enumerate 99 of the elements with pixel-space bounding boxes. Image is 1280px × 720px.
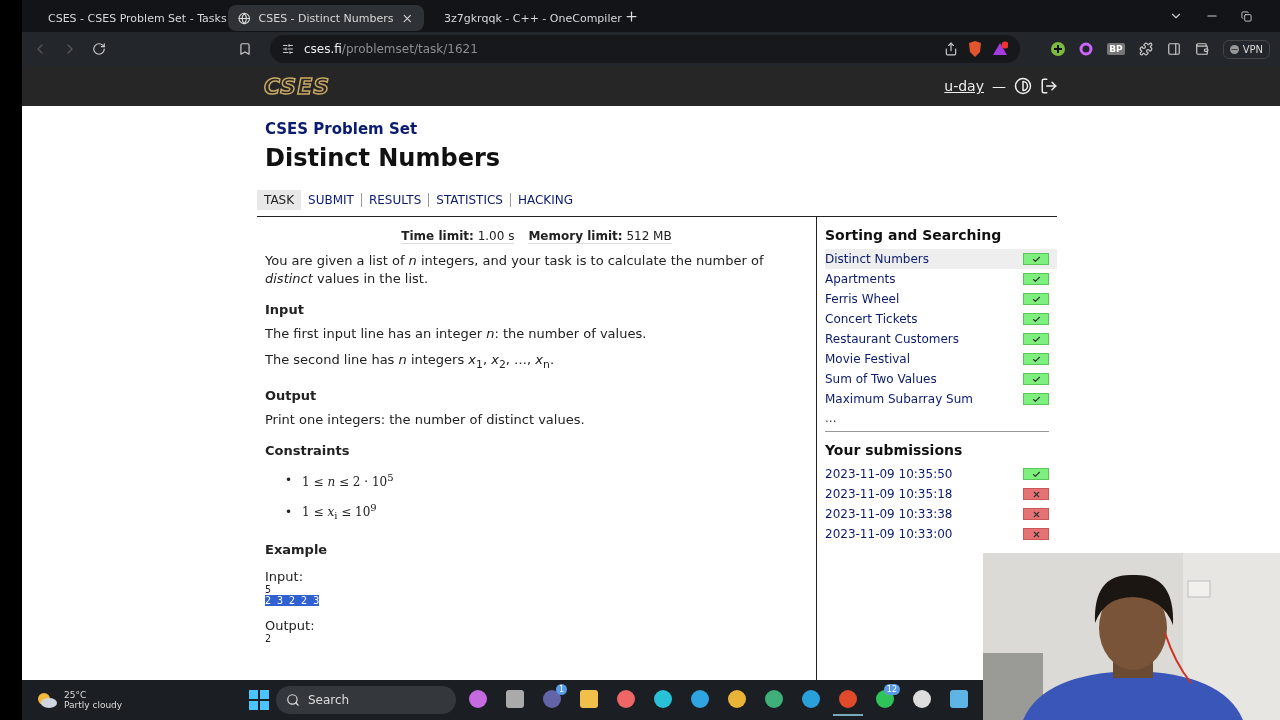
app-icon xyxy=(801,689,821,709)
reload-icon[interactable] xyxy=(92,42,106,56)
task-link[interactable]: Sum of Two Values xyxy=(825,372,937,386)
browser-tab[interactable]: 3z7gkrqqk - C++ - OneCompiler xyxy=(426,5,622,31)
temperature: 25°C xyxy=(64,690,88,700)
vpn-status-icon xyxy=(1229,44,1239,54)
section-heading: Input xyxy=(265,302,305,317)
limit-text: Memory limit: 512 MB xyxy=(528,229,672,244)
task-row[interactable]: Apartments xyxy=(825,269,1057,289)
constraint-item: 1 ≤ x$_{i}$ ≤ 10$^{9}$ xyxy=(301,500,378,523)
submission-link[interactable]: 2023-11-09 10:33:00 xyxy=(825,527,953,541)
notification-badge: 12 xyxy=(883,684,900,695)
wallet-icon[interactable] xyxy=(1194,42,1209,56)
task-row[interactable]: Distinct Numbers xyxy=(825,249,1057,269)
task-link[interactable]: Movie Festival xyxy=(825,352,911,366)
url-path: /problemset/task/1621 xyxy=(341,42,478,56)
app-icon xyxy=(616,689,636,709)
vpn-button[interactable]: VPN xyxy=(1222,39,1270,59)
app-icon xyxy=(764,689,784,709)
address-bar[interactable]: cses.fi/problemset/task/1621 xyxy=(270,35,1020,63)
browser-tab[interactable]: CSES - CSES Problem Set - Tasks xyxy=(30,5,226,31)
task-link[interactable]: Ferris Wheel xyxy=(825,292,900,306)
task-link[interactable]: Maximum Subarray Sum xyxy=(825,392,973,406)
task-row[interactable]: Concert Tickets xyxy=(825,309,1057,329)
ring-icon[interactable] xyxy=(1079,42,1094,56)
submission-link[interactable]: 2023-11-09 10:35:18 xyxy=(825,487,953,501)
constraint-item: 1 ≤ n ≤ 2 · 10$^{5}$ xyxy=(301,470,395,491)
section-heading: Example xyxy=(265,542,329,557)
example-label: Output: xyxy=(265,618,316,633)
nav-tab[interactable]: RESULTS xyxy=(361,190,429,210)
bullet: • xyxy=(285,504,293,519)
example-line: 2 xyxy=(265,633,272,644)
limit-text: Time limit: 1.00 s xyxy=(401,229,515,244)
nav-tab[interactable]: TASK xyxy=(257,190,302,210)
user-link[interactable]: u-day xyxy=(944,78,984,94)
sidebar-icon[interactable] xyxy=(1166,42,1181,56)
triangle-icon[interactable] xyxy=(992,41,1008,57)
restore-icon[interactable] xyxy=(1241,10,1252,22)
bullet: • xyxy=(285,472,293,487)
task-row[interactable]: Movie Festival xyxy=(825,349,1057,369)
example-line: 5 xyxy=(265,584,272,595)
sidebar-heading: Your submissions xyxy=(825,442,964,458)
task-row[interactable]: Maximum Subarray Sum xyxy=(825,389,1057,409)
task-row[interactable]: Sum of Two Values xyxy=(825,369,1057,389)
nav-tab[interactable]: STATISTICS xyxy=(429,190,510,210)
more-text: ... xyxy=(825,411,838,425)
task-row[interactable]: Restaurant Customers xyxy=(825,329,1057,349)
app-icon xyxy=(912,689,932,709)
nav-tab[interactable]: HACKING xyxy=(510,190,580,210)
task-link[interactable]: Concert Tickets xyxy=(825,312,918,326)
submission-link[interactable]: 2023-11-09 10:33:38 xyxy=(825,507,953,521)
app-icon xyxy=(468,689,488,709)
search-icon xyxy=(286,693,300,707)
app-icon xyxy=(653,689,673,709)
app-icon xyxy=(727,689,747,709)
weather-icon[interactable] xyxy=(36,691,58,709)
task-row[interactable]: Ferris Wheel xyxy=(825,289,1057,309)
sidebar-heading: Sorting and Searching xyxy=(825,227,1003,243)
notification-badge: 1 xyxy=(555,684,567,695)
page-title: Distinct Numbers xyxy=(265,144,502,172)
app-icon xyxy=(949,689,969,709)
app-icon xyxy=(690,689,710,709)
app-icon xyxy=(542,689,562,709)
nav-tab[interactable]: SUBMIT xyxy=(301,190,361,210)
new-tab-icon[interactable] xyxy=(624,8,639,24)
task-link[interactable]: Apartments xyxy=(825,272,896,286)
example-label: Input: xyxy=(265,569,305,584)
paragraph: The first input line has an integer n: the number of values. xyxy=(265,325,648,343)
puzzle-icon[interactable] xyxy=(1138,42,1153,56)
plus-circle-icon[interactable] xyxy=(1051,42,1066,56)
tab-title: CSES - Distinct Numbers xyxy=(258,11,394,25)
app-icon xyxy=(838,689,858,709)
bookmark-icon[interactable] xyxy=(238,42,252,56)
tab-title: CSES - CSES Problem Set - Tasks xyxy=(48,11,227,25)
intro-paragraph: You are given a list of n integers, and your task is to calculate the number of distinct values in the list. xyxy=(265,252,765,288)
section-heading: Output xyxy=(265,387,318,403)
app-icon xyxy=(505,689,525,709)
start-icon[interactable] xyxy=(249,690,269,710)
task-link[interactable]: Restaurant Customers xyxy=(825,332,960,346)
app-icon xyxy=(579,689,599,709)
weather-condition: Partly cloudy xyxy=(64,700,123,710)
logout-icon[interactable] xyxy=(1040,77,1058,95)
url-host: cses.fi xyxy=(304,42,342,56)
tab-title: 3z7gkrqqk - C++ - OneCompiler xyxy=(444,11,622,25)
separator-dash: — xyxy=(992,78,1006,94)
site-settings-icon[interactable] xyxy=(282,43,294,55)
paragraph: Print one integers: the number of distinct values. xyxy=(265,410,586,429)
paragraph: The second line has n integers x$_{1}$, x$_{2}$, …, x$_{n}$. xyxy=(265,351,556,373)
share-icon[interactable] xyxy=(944,42,958,56)
extension-badge[interactable]: BP xyxy=(1107,43,1125,55)
section-heading: Constraints xyxy=(265,442,351,458)
browser-tab[interactable]: CSES - Distinct Numbers xyxy=(228,5,424,31)
problem-set-title[interactable]: CSES Problem Set xyxy=(265,120,1057,138)
taskbar-search[interactable]: Search xyxy=(276,686,456,714)
task-link[interactable]: Distinct Numbers xyxy=(825,252,930,266)
submission-link[interactable]: 2023-11-09 10:35:50 xyxy=(825,467,953,481)
globe-icon xyxy=(238,11,251,25)
site-logo[interactable]: CSES xyxy=(264,73,331,99)
contrast-icon[interactable] xyxy=(1014,77,1032,95)
